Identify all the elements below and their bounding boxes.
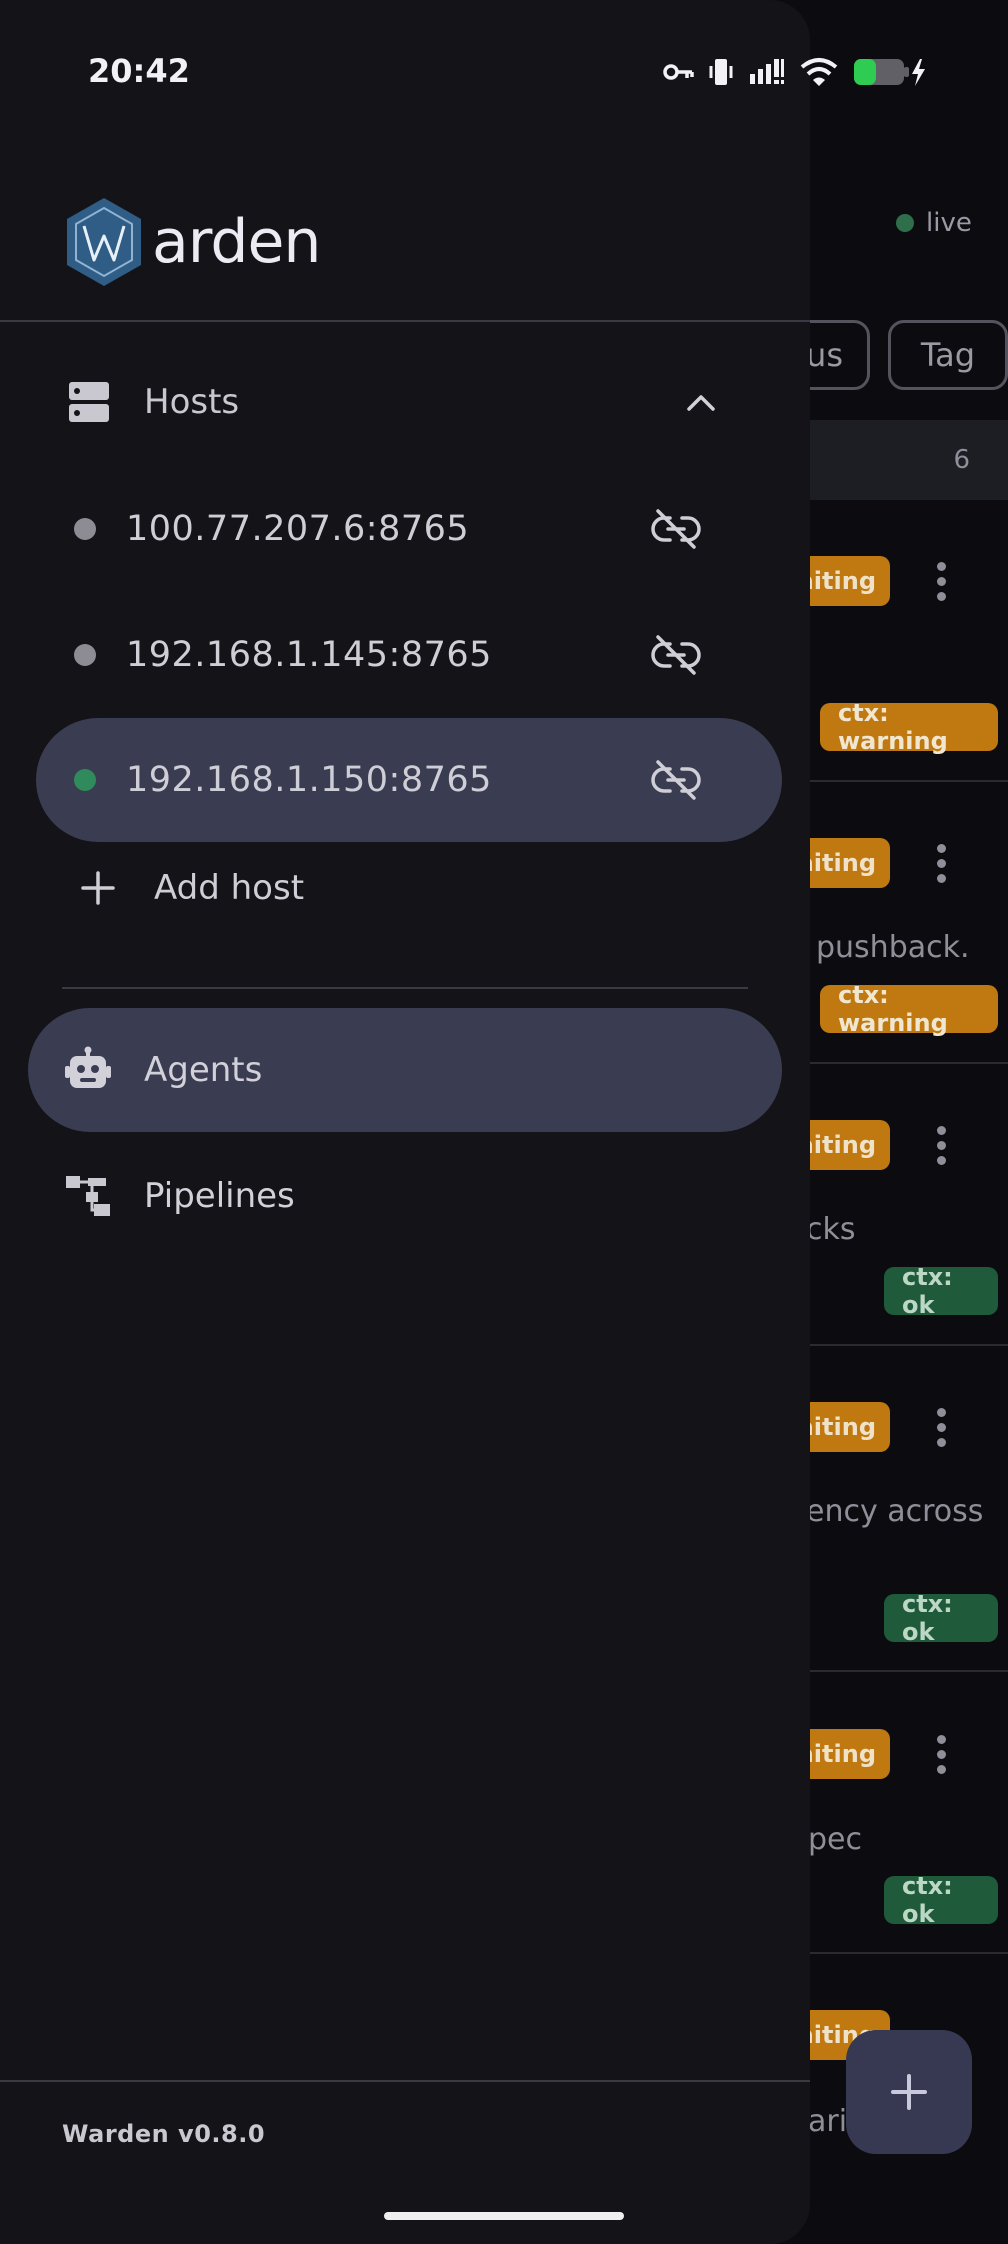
app-version: Warden v0.8.0	[62, 2120, 266, 2148]
add-agent-fab[interactable]	[846, 2030, 972, 2154]
more-options-icon[interactable]	[935, 562, 947, 601]
group-header: 6	[790, 420, 1008, 500]
host-item-active[interactable]: 192.168.1.150:8765	[36, 718, 782, 842]
brand-logo: arden	[64, 196, 321, 288]
link-off-icon[interactable]	[650, 503, 702, 555]
vibrate-icon	[709, 59, 733, 85]
host-item[interactable]: 100.77.207.6:8765	[36, 467, 782, 591]
battery-charging-icon	[854, 59, 925, 86]
host-item[interactable]: 192.168.1.145:8765	[36, 593, 782, 717]
vpn-key-icon	[663, 64, 694, 80]
hosts-section-title: Hosts	[144, 382, 240, 422]
more-options-icon[interactable]	[935, 1126, 947, 1165]
host-address: 192.168.1.150:8765	[126, 760, 492, 800]
ctx-badge-ok: ctx: ok	[884, 1263, 998, 1319]
card-divider	[790, 1670, 1008, 1672]
ctx-badge-ok: ctx: ok	[884, 1872, 998, 1928]
agent-snippet: pushback.	[816, 930, 970, 965]
signal-icon	[750, 59, 784, 84]
chevron-up-icon	[687, 395, 715, 411]
navigation-drawer: 20:42 arden Hosts 100.77.207.6:8765 192.…	[0, 0, 925, 2244]
header-divider	[0, 320, 810, 322]
live-dot	[896, 214, 914, 232]
host-status-dot-connected	[74, 769, 96, 791]
nav-item-agents[interactable]: Agents	[28, 1008, 782, 1132]
status-icons	[662, 56, 928, 88]
plus-icon	[891, 2074, 927, 2110]
host-address: 192.168.1.145:8765	[126, 635, 492, 675]
card-divider	[790, 1952, 1008, 1954]
live-indicator: live	[896, 208, 972, 238]
group-count: 6	[953, 445, 970, 475]
home-indicator[interactable]	[384, 2212, 624, 2220]
server-icon	[69, 382, 109, 422]
nav-label: Agents	[144, 1050, 263, 1090]
status-time: 20:42	[88, 52, 190, 90]
card-divider	[790, 780, 1008, 782]
hosts-section-toggle[interactable]: Hosts	[0, 352, 810, 452]
live-label: live	[926, 208, 972, 238]
more-options-icon[interactable]	[935, 1735, 947, 1774]
host-status-dot	[74, 644, 96, 666]
plus-icon	[81, 871, 115, 905]
brand-name: arden	[152, 207, 321, 277]
warden-logo-icon	[67, 198, 141, 286]
ctx-badge-ok: ctx: ok	[884, 1590, 998, 1646]
pipeline-icon	[66, 1176, 110, 1216]
section-divider	[62, 987, 748, 989]
agent-snippet: cks	[806, 1212, 856, 1247]
nav-item-pipelines[interactable]: Pipelines	[28, 1134, 782, 1258]
nav-label: Pipelines	[144, 1176, 295, 1216]
ctx-badge-warning: ctx: warning	[820, 699, 998, 755]
filter-chip-tag[interactable]: Tag	[888, 320, 1008, 390]
ctx-badge-warning: ctx: warning	[820, 981, 998, 1037]
add-host-label: Add host	[154, 868, 305, 908]
more-options-icon[interactable]	[935, 1408, 947, 1447]
footer-divider	[0, 2080, 810, 2082]
wifi-icon	[800, 58, 838, 86]
link-off-icon[interactable]	[650, 754, 702, 806]
more-options-icon[interactable]	[935, 844, 947, 883]
robot-icon	[65, 1046, 111, 1088]
agent-snippet: ari	[808, 2104, 848, 2139]
host-status-dot	[74, 518, 96, 540]
host-address: 100.77.207.6:8765	[126, 509, 470, 549]
link-off-icon[interactable]	[650, 629, 702, 681]
card-divider	[790, 1062, 1008, 1064]
card-divider	[790, 1344, 1008, 1346]
agent-snippet: ency across	[806, 1494, 984, 1529]
agent-snippet: pec	[808, 1822, 862, 1857]
